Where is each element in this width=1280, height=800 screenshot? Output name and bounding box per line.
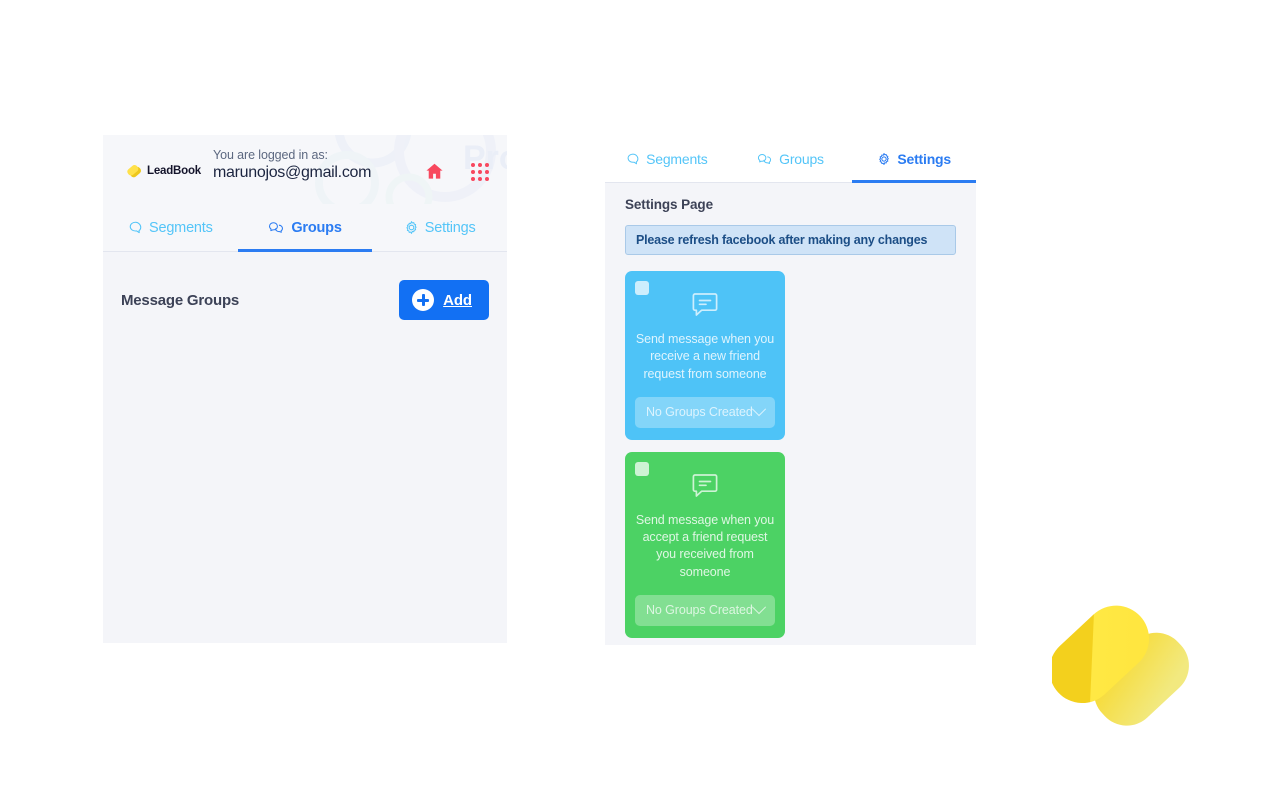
tab-groups-label: Groups [291, 219, 342, 236]
left-panel: Pro LeadBook You are logged in as: marun… [103, 135, 507, 643]
tab-segments-label: Segments [148, 219, 213, 236]
gear-icon [406, 221, 417, 234]
login-info: You are logged in as: marunojos@gmail.co… [213, 148, 371, 183]
chevron-down-icon [751, 600, 767, 615]
settings-page-title: Settings Page [625, 197, 713, 212]
header-icons [424, 161, 489, 182]
card-select-value: No Groups Created [646, 405, 753, 420]
card-checkbox[interactable] [635, 281, 649, 295]
message-icon [689, 470, 721, 502]
refresh-notice-banner: Please refresh facebook after making any… [625, 225, 956, 255]
logged-in-email: marunojos@gmail.com [213, 164, 372, 182]
tab-settings[interactable]: Settings [852, 135, 976, 183]
right-panel: Segments Groups Settings Settings Page P… [605, 135, 976, 645]
settings-card[interactable]: Send message when you accept a friend re… [625, 451, 785, 638]
double-speech-bubble-icon [758, 153, 772, 164]
card-select-value: No Groups Created [646, 603, 753, 618]
settings-cards: Send message when you receive a new frie… [625, 271, 956, 645]
logged-in-label: You are logged in as: [213, 148, 328, 162]
tab-segments[interactable]: Segments [605, 135, 729, 182]
tab-settings-label: Settings [424, 219, 476, 236]
left-panel-header: Pro LeadBook You are logged in as: marun… [103, 135, 507, 204]
tab-segments[interactable]: Segments [103, 204, 238, 251]
leadbook-logo-icon [127, 165, 142, 178]
brand: LeadBook [125, 162, 201, 180]
tab-segments-label: Segments [646, 150, 708, 167]
apps-grid-icon[interactable] [471, 162, 489, 181]
message-icon [689, 289, 721, 321]
brand-name: LeadBook [147, 165, 201, 177]
add-button[interactable]: Add [399, 280, 489, 320]
gear-icon [879, 152, 890, 165]
tab-groups[interactable]: Groups [237, 204, 373, 252]
card-group-select[interactable]: No Groups Created [635, 594, 775, 626]
card-checkbox[interactable] [635, 461, 649, 476]
message-groups-row: Message Groups Add [121, 252, 489, 320]
card-description: Send message when you accept a friend re… [635, 512, 775, 579]
leadbook-logo-large-icon [1052, 592, 1192, 752]
speech-bubble-icon [627, 153, 639, 164]
chevron-down-icon [751, 402, 767, 417]
home-icon[interactable] [424, 161, 445, 182]
right-panel-tabs: Segments Groups Settings [605, 135, 976, 183]
tab-settings-label: Settings [897, 150, 951, 167]
right-panel-body: Settings Page Please refresh facebook af… [605, 183, 976, 645]
tab-settings[interactable]: Settings [372, 204, 507, 251]
card-group-select[interactable]: No Groups Created [635, 396, 775, 428]
plus-circle-icon [412, 289, 435, 311]
tab-groups-label: Groups [779, 150, 824, 167]
card-description: Send message when you receive a new frie… [635, 332, 775, 381]
double-speech-bubble-icon [269, 222, 284, 233]
add-button-label: Add [443, 291, 472, 309]
speech-bubble-icon [129, 221, 142, 234]
left-panel-tabs: Segments Groups Settings [103, 204, 507, 252]
tab-groups[interactable]: Groups [729, 135, 853, 182]
left-panel-body: Message Groups Add [103, 252, 507, 320]
screenshot-stage: Pro LeadBook You are logged in as: marun… [0, 0, 1280, 800]
page-title: Message Groups [121, 291, 240, 309]
settings-card[interactable]: Send message when you receive a new frie… [625, 271, 785, 440]
